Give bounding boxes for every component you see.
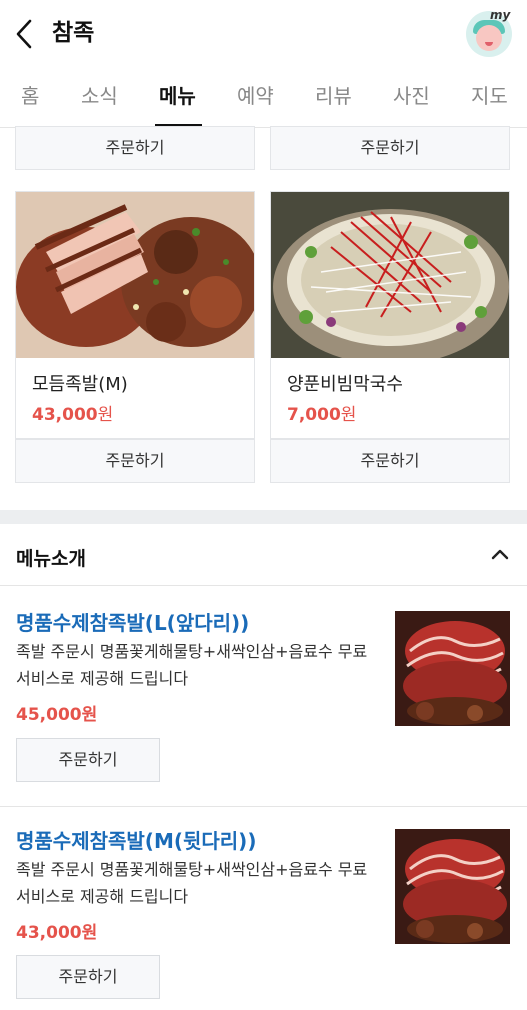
menu-name: 모듬족발(M) <box>32 374 128 395</box>
menu-price: 7,000원 <box>287 405 357 425</box>
tab-bar: 홈 소식 메뉴 예약 리뷰 사진 지도 <box>0 66 527 128</box>
menu-intro-item[interactable]: 명품수제참족발(M(뒷다리)) 족발 주문시 명품꽃게해물탕+새싹인삼+음료수 … <box>0 807 527 1010</box>
menu-name: 양푼비빔막국수 <box>287 374 403 395</box>
tab-menu[interactable]: 메뉴 <box>159 82 196 110</box>
my-label: my <box>490 8 511 22</box>
chevron-up-icon[interactable] <box>490 546 510 560</box>
menu-intro-item[interactable]: 명품수제참족발(L(앞다리)) 족발 주문시 명품꽃게해물탕+새싹인삼+음료수 … <box>0 587 527 807</box>
tab-review[interactable]: 리뷰 <box>315 82 352 110</box>
item-photo <box>395 829 510 944</box>
order-button[interactable]: 주문하기 <box>16 955 160 999</box>
item-photo <box>395 611 510 726</box>
section-title: 메뉴소개 <box>16 548 86 570</box>
item-price: 43,000원 <box>16 923 98 943</box>
item-description: 족발 주문시 명품꽃게해물탕+새싹인삼+음료수 무료서비스로 제공해 드립니다 <box>16 860 368 906</box>
tab-photo[interactable]: 사진 <box>393 82 430 110</box>
page-title: 참족 <box>52 20 95 46</box>
item-name[interactable]: 명품수제참족발(L(앞다리)) <box>16 607 249 636</box>
menu-photo <box>16 192 254 358</box>
menu-photo <box>271 192 509 358</box>
tab-news[interactable]: 소식 <box>81 82 118 110</box>
item-price: 45,000원 <box>16 705 98 725</box>
tab-reservation[interactable]: 예약 <box>237 82 274 110</box>
order-button[interactable]: 주문하기 <box>16 738 160 782</box>
back-arrow-icon[interactable] <box>10 16 40 52</box>
tab-map[interactable]: 지도 <box>471 82 508 110</box>
section-divider <box>0 510 527 524</box>
menu-intro-header[interactable]: 메뉴소개 <box>0 524 527 586</box>
order-button[interactable]: 주문하기 <box>15 439 255 483</box>
order-button[interactable]: 주문하기 <box>270 439 510 483</box>
top-header: 참족 my <box>0 0 527 66</box>
menu-card[interactable]: 모듬족발(M) 43,000원 <box>15 191 255 439</box>
menu-price: 43,000원 <box>32 405 114 425</box>
item-name[interactable]: 명품수제참족발(M(뒷다리)) <box>16 825 256 854</box>
tab-home[interactable]: 홈 <box>21 82 39 110</box>
order-button[interactable]: 주문하기 <box>270 126 510 170</box>
item-description: 족발 주문시 명품꽃게해물탕+새싹인삼+음료수 무료서비스로 제공해 드립니다 <box>16 642 368 688</box>
menu-card[interactable]: 양푼비빔막국수 7,000원 <box>270 191 510 439</box>
order-button[interactable]: 주문하기 <box>15 126 255 170</box>
